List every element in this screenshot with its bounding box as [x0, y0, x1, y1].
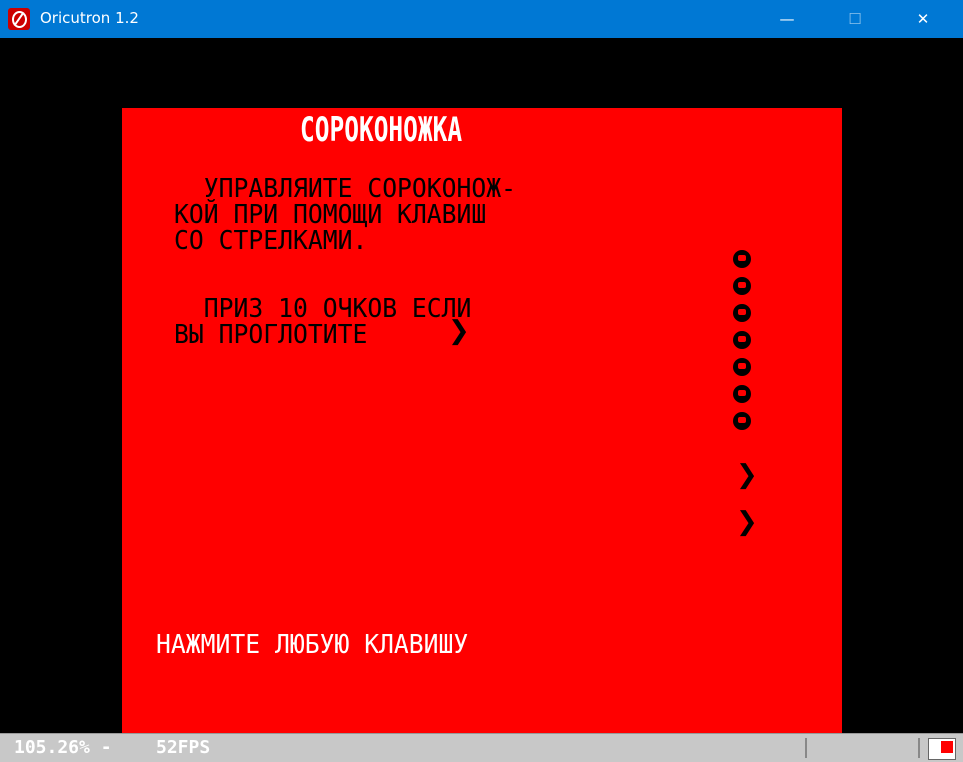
bonus-text: ПРИЗ 10 ОЧКОВ ЕСЛИ ВЫ ПРОГЛОТИТЕ: [174, 294, 472, 350]
centipede-segment: [733, 412, 751, 430]
tape-indicator-icon: [928, 738, 956, 760]
status-bar: 105.26% - 52FPS: [0, 733, 963, 762]
emulator-screen[interactable]: СОРОКОНОЖКА УПРАВЛЯИТЕ СОРОКОНОЖ- КОЙ ПР…: [3, 38, 960, 733]
mushroom-icon: [736, 460, 758, 490]
instructions-text: УПРАВЛЯИТЕ СОРОКОНОЖ- КОЙ ПРИ ПОМОЩИ КЛА…: [174, 174, 517, 256]
mushroom-icon: [736, 507, 758, 537]
maximize-button[interactable]: ☐: [832, 0, 878, 38]
centipede-segment: [733, 277, 751, 295]
window-title: Oricutron 1.2: [40, 9, 139, 27]
centipede-segment: [733, 358, 751, 376]
game-title: СОРОКОНОЖКА: [300, 110, 463, 150]
centipede-segment: [733, 331, 751, 349]
close-button[interactable]: ✕: [900, 0, 946, 38]
status-divider: [918, 738, 920, 758]
mushroom-icon: [448, 316, 470, 346]
centipede-segment: [733, 304, 751, 322]
centipede-segment: [733, 385, 751, 403]
minimize-button[interactable]: —: [764, 0, 810, 38]
status-divider: [805, 738, 807, 758]
game-screen: СОРОКОНОЖКА УПРАВЛЯИТЕ СОРОКОНОЖ- КОЙ ПР…: [122, 108, 842, 733]
title-bar: Oricutron 1.2 — ☐ ✕: [0, 0, 963, 38]
fps-counter: 52FPS: [156, 737, 211, 758]
centipede: [733, 250, 753, 439]
press-any-key-prompt: НАЖМИТЕ ЛЮБУЮ КЛАВИШУ: [156, 630, 469, 660]
oricutron-app-icon[interactable]: [8, 8, 30, 30]
centipede-segment: [733, 250, 751, 268]
zoom-level: 105.26% -: [14, 737, 112, 758]
